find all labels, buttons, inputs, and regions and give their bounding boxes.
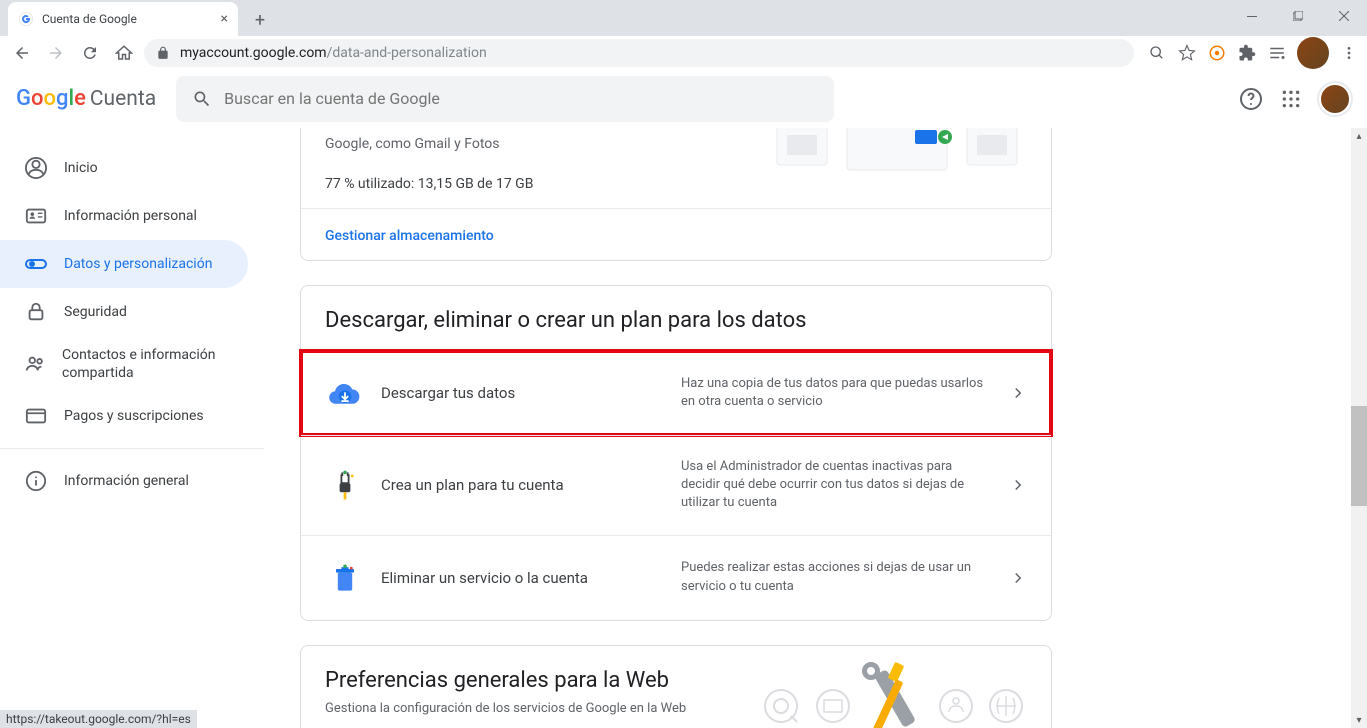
- scrollbar-thumb[interactable]: [1351, 406, 1367, 506]
- section-title: Descargar, eliminar o crear un plan para…: [301, 286, 1051, 351]
- sidebar-item-label: Información personal: [64, 208, 197, 224]
- tools-illustration: [751, 656, 1031, 728]
- sidebar-item-label: Seguridad: [64, 304, 127, 320]
- storage-card: Google, como Gmail y Fotos 77 % utilizad…: [300, 128, 1052, 261]
- home-button[interactable]: [110, 39, 138, 67]
- web-prefs-card: Preferencias generales para la Web Gesti…: [300, 645, 1052, 728]
- info-icon: [24, 469, 48, 493]
- close-button[interactable]: [1321, 0, 1367, 32]
- manage-storage-link[interactable]: Gestionar almacenamiento: [301, 208, 1051, 260]
- address-bar[interactable]: myaccount.google.com/data-and-personaliz…: [144, 39, 1134, 67]
- option-description: Puedes realizar estas acciones si dejas …: [681, 559, 1009, 595]
- google-logo[interactable]: Google Cuenta: [16, 86, 156, 111]
- menu-icon[interactable]: [1339, 43, 1359, 63]
- sidebar-item-label: Contactos e información compartida: [62, 346, 224, 382]
- storage-usage: 77 % utilizado: 13,15 GB de 17 GB: [325, 176, 1027, 192]
- download-icon: [325, 373, 365, 413]
- option-description: Haz una copia de tus datos para que pued…: [681, 375, 1009, 411]
- extensions-icon[interactable]: [1237, 43, 1257, 63]
- option-delete-service[interactable]: Eliminar un servicio o la cuenta Puedes …: [301, 535, 1051, 620]
- back-button[interactable]: [8, 39, 36, 67]
- sidebar-item-label: Pagos y suscripciones: [64, 408, 204, 424]
- chevron-right-icon: [1009, 569, 1027, 587]
- sidebar-item-contacts[interactable]: Contactos e información compartida: [0, 336, 248, 392]
- sidebar-separator: [0, 448, 264, 449]
- extension-icon-1[interactable]: [1207, 43, 1227, 63]
- sidebar: Inicio Información personal Datos y pers…: [0, 128, 280, 728]
- apps-icon[interactable]: [1281, 89, 1301, 109]
- lock-icon: [24, 300, 48, 324]
- option-description: Usa el Administrador de cuentas inactiva…: [681, 458, 1009, 513]
- minimize-button[interactable]: [1229, 0, 1275, 32]
- sidebar-item-about[interactable]: Información general: [0, 457, 248, 505]
- bookmark-icon[interactable]: [1177, 43, 1197, 63]
- sidebar-item-label: Información general: [64, 473, 189, 489]
- help-icon[interactable]: [1239, 87, 1263, 111]
- storage-illustration: [767, 128, 1027, 176]
- url-text: myaccount.google.com/data-and-personaliz…: [180, 45, 487, 61]
- sidebar-item-label: Datos y personalización: [64, 256, 212, 272]
- forward-button[interactable]: [42, 39, 70, 67]
- sidebar-item-label: Inicio: [64, 160, 98, 176]
- id-card-icon: [24, 204, 48, 228]
- close-icon[interactable]: ×: [221, 11, 228, 27]
- option-title: Eliminar un servicio o la cuenta: [381, 569, 681, 587]
- option-title: Crea un plan para tu cuenta: [381, 476, 681, 494]
- profile-avatar[interactable]: [1297, 37, 1329, 69]
- option-account-plan[interactable]: Crea un plan para tu cuenta Usa el Admin…: [301, 435, 1051, 535]
- data-plan-card: Descargar, eliminar o crear un plan para…: [300, 285, 1052, 621]
- option-title: Descargar tus datos: [381, 384, 681, 402]
- scroll-up-arrow[interactable]: ▴: [1351, 128, 1367, 144]
- sidebar-item-personal-info[interactable]: Información personal: [0, 192, 248, 240]
- sidebar-item-security[interactable]: Seguridad: [0, 288, 248, 336]
- zoom-icon[interactable]: [1147, 43, 1167, 63]
- new-tab-button[interactable]: +: [246, 6, 274, 34]
- browser-toolbar: myaccount.google.com/data-and-personaliz…: [0, 36, 1367, 70]
- sidebar-item-payments[interactable]: Pagos y suscripciones: [0, 392, 248, 440]
- scroll-down-arrow[interactable]: ▾: [1351, 712, 1367, 728]
- sidebar-item-home[interactable]: Inicio: [0, 144, 248, 192]
- browser-tab[interactable]: Cuenta de Google ×: [8, 2, 238, 36]
- chevron-right-icon: [1009, 384, 1027, 402]
- lock-icon: [156, 46, 170, 60]
- trash-icon: [325, 558, 365, 598]
- toggle-icon: [24, 252, 48, 276]
- home-icon: [24, 156, 48, 180]
- people-icon: [24, 352, 46, 376]
- reload-button[interactable]: [76, 39, 104, 67]
- maximize-button[interactable]: [1275, 0, 1321, 32]
- tab-strip: Cuenta de Google × +: [0, 0, 1367, 36]
- account-search[interactable]: [176, 76, 834, 122]
- chevron-right-icon: [1009, 476, 1027, 494]
- tab-title: Cuenta de Google: [42, 12, 137, 26]
- browser-chrome: Cuenta de Google × + myaccount.google.co…: [0, 0, 1367, 70]
- search-icon: [192, 89, 212, 109]
- reading-list-icon[interactable]: [1267, 43, 1287, 63]
- card-icon: [24, 404, 48, 428]
- account-header: Google Cuenta: [0, 70, 1367, 128]
- google-favicon: [18, 11, 34, 27]
- search-input[interactable]: [224, 89, 818, 108]
- sidebar-item-data-personalization[interactable]: Datos y personalización: [0, 240, 248, 288]
- status-bar: https://takeout.google.com/?hl=es: [0, 710, 197, 728]
- option-download-data[interactable]: Descargar tus datos Haz una copia de tus…: [299, 349, 1053, 437]
- product-name: Cuenta: [90, 87, 156, 111]
- plug-icon: [325, 465, 365, 505]
- main-content: Google, como Gmail y Fotos 77 % utilizad…: [280, 128, 1367, 728]
- window-controls: [1229, 0, 1367, 32]
- account-avatar[interactable]: [1319, 83, 1351, 115]
